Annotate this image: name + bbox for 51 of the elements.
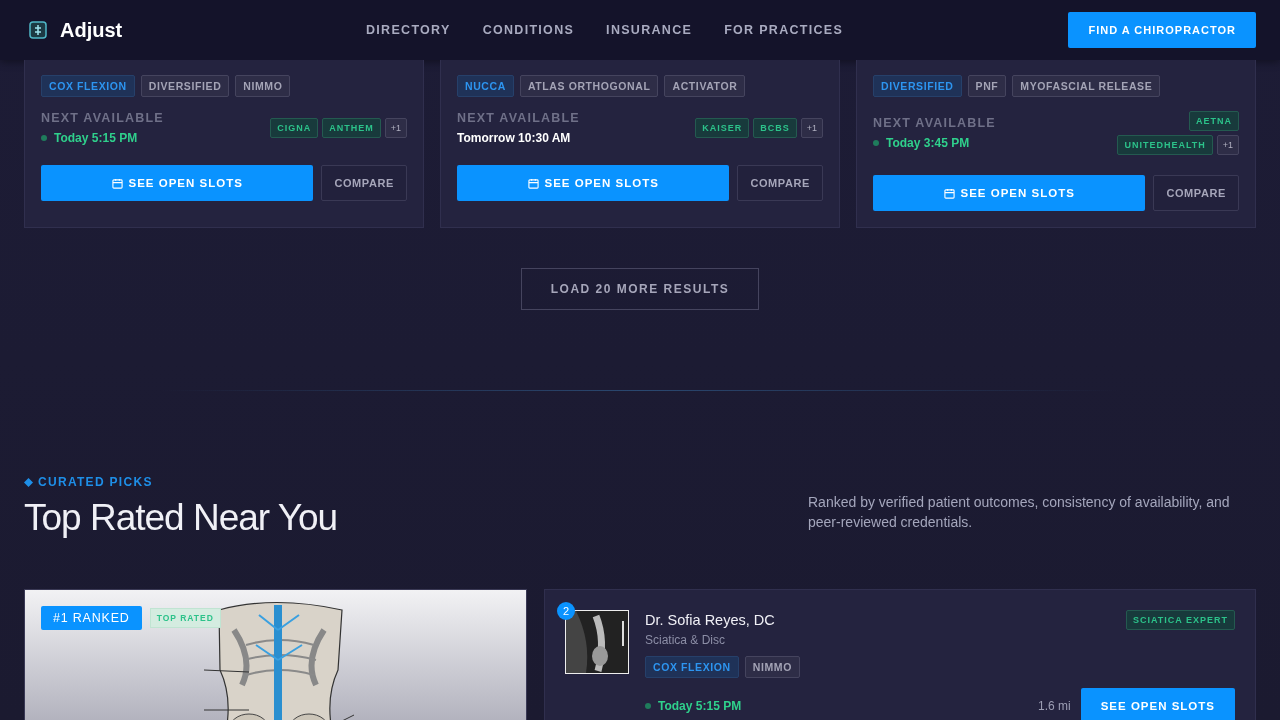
calendar-icon — [527, 177, 539, 189]
insurance-tag: ANTHEM — [322, 118, 381, 138]
calendar-icon — [943, 187, 955, 199]
more-count: +1 — [1216, 135, 1239, 155]
rank-number: 2 — [557, 602, 575, 620]
technique-tag: COX FLEXION — [645, 656, 739, 678]
availability-time: Today 3:45 PM — [886, 136, 970, 150]
expert-badge: SCIATICA EXPERT — [1126, 610, 1235, 630]
top-rated-badge: TOP RATED — [149, 608, 221, 628]
section-eyebrow: CURATED PICKS — [38, 475, 153, 489]
availability-label: NEXT AVAILABLE — [41, 111, 164, 125]
technique-tag: NUCCA — [457, 75, 514, 97]
section-description: Ranked by verified patient outcomes, consistency of availability, and peer-reviewed credentials. — [808, 493, 1231, 532]
insurance-tag: UNITEDHEALTH — [1117, 135, 1213, 155]
load-more-button[interactable]: LOAD 20 MORE RESULTS — [521, 268, 759, 310]
doctor-name[interactable]: Dr. Sofia Reyes, DC — [645, 612, 775, 628]
technique-tag: DIVERSIFIED — [140, 75, 230, 97]
compare-button[interactable]: COMPARE — [1153, 175, 1239, 211]
calendar-icon — [111, 177, 123, 189]
availability-label: NEXT AVAILABLE — [457, 111, 580, 125]
logo-icon — [28, 20, 48, 40]
more-count: +1 — [384, 118, 407, 138]
insurance-tag: KAISER — [695, 118, 750, 138]
section-title: Top Rated Near You — [24, 497, 338, 539]
technique-tag: COX FLEXION — [41, 75, 135, 97]
insurance-tag: CIGNA — [270, 118, 319, 138]
technique-tag: ATLAS ORTHOGONAL — [519, 75, 659, 97]
brand-name[interactable]: Adjust — [60, 18, 123, 42]
technique-tag: MYOFASCIAL RELEASE — [1012, 75, 1161, 97]
distance: 1.6 mi — [1038, 699, 1071, 713]
more-count: +1 — [800, 118, 823, 138]
availability-time: Today 5:15 PM — [54, 131, 138, 145]
compare-button[interactable]: COMPARE — [737, 165, 823, 201]
availability-time: Tomorrow 10:30 AM — [457, 131, 571, 145]
compare-button[interactable]: COMPARE — [321, 165, 407, 201]
technique-tag: PNF — [967, 75, 1007, 97]
diamond-icon — [24, 477, 33, 487]
technique-tag: DIVERSIFIED — [873, 75, 962, 97]
rank-badge: #1 RANKED — [41, 606, 142, 630]
specialty: Sciatica & Disc — [645, 633, 727, 647]
nav-link[interactable]: CONDITIONS — [482, 23, 575, 37]
technique-tag: ACTIVATOR — [664, 75, 746, 97]
insurance-tag: BCBS — [753, 118, 797, 138]
insurance-tag: AETNA — [1189, 111, 1239, 131]
technique-tag: NIMMO — [744, 656, 800, 678]
nav-link[interactable]: DIRECTORY — [366, 23, 451, 37]
nav-link[interactable]: FOR PRACTICES — [724, 23, 844, 37]
technique-tag: NIMMO — [235, 75, 291, 97]
availability-time: Today 5:15 PM — [658, 699, 742, 713]
availability-label: NEXT AVAILABLE — [873, 116, 996, 130]
nav-link[interactable]: INSURANCE — [606, 23, 693, 37]
